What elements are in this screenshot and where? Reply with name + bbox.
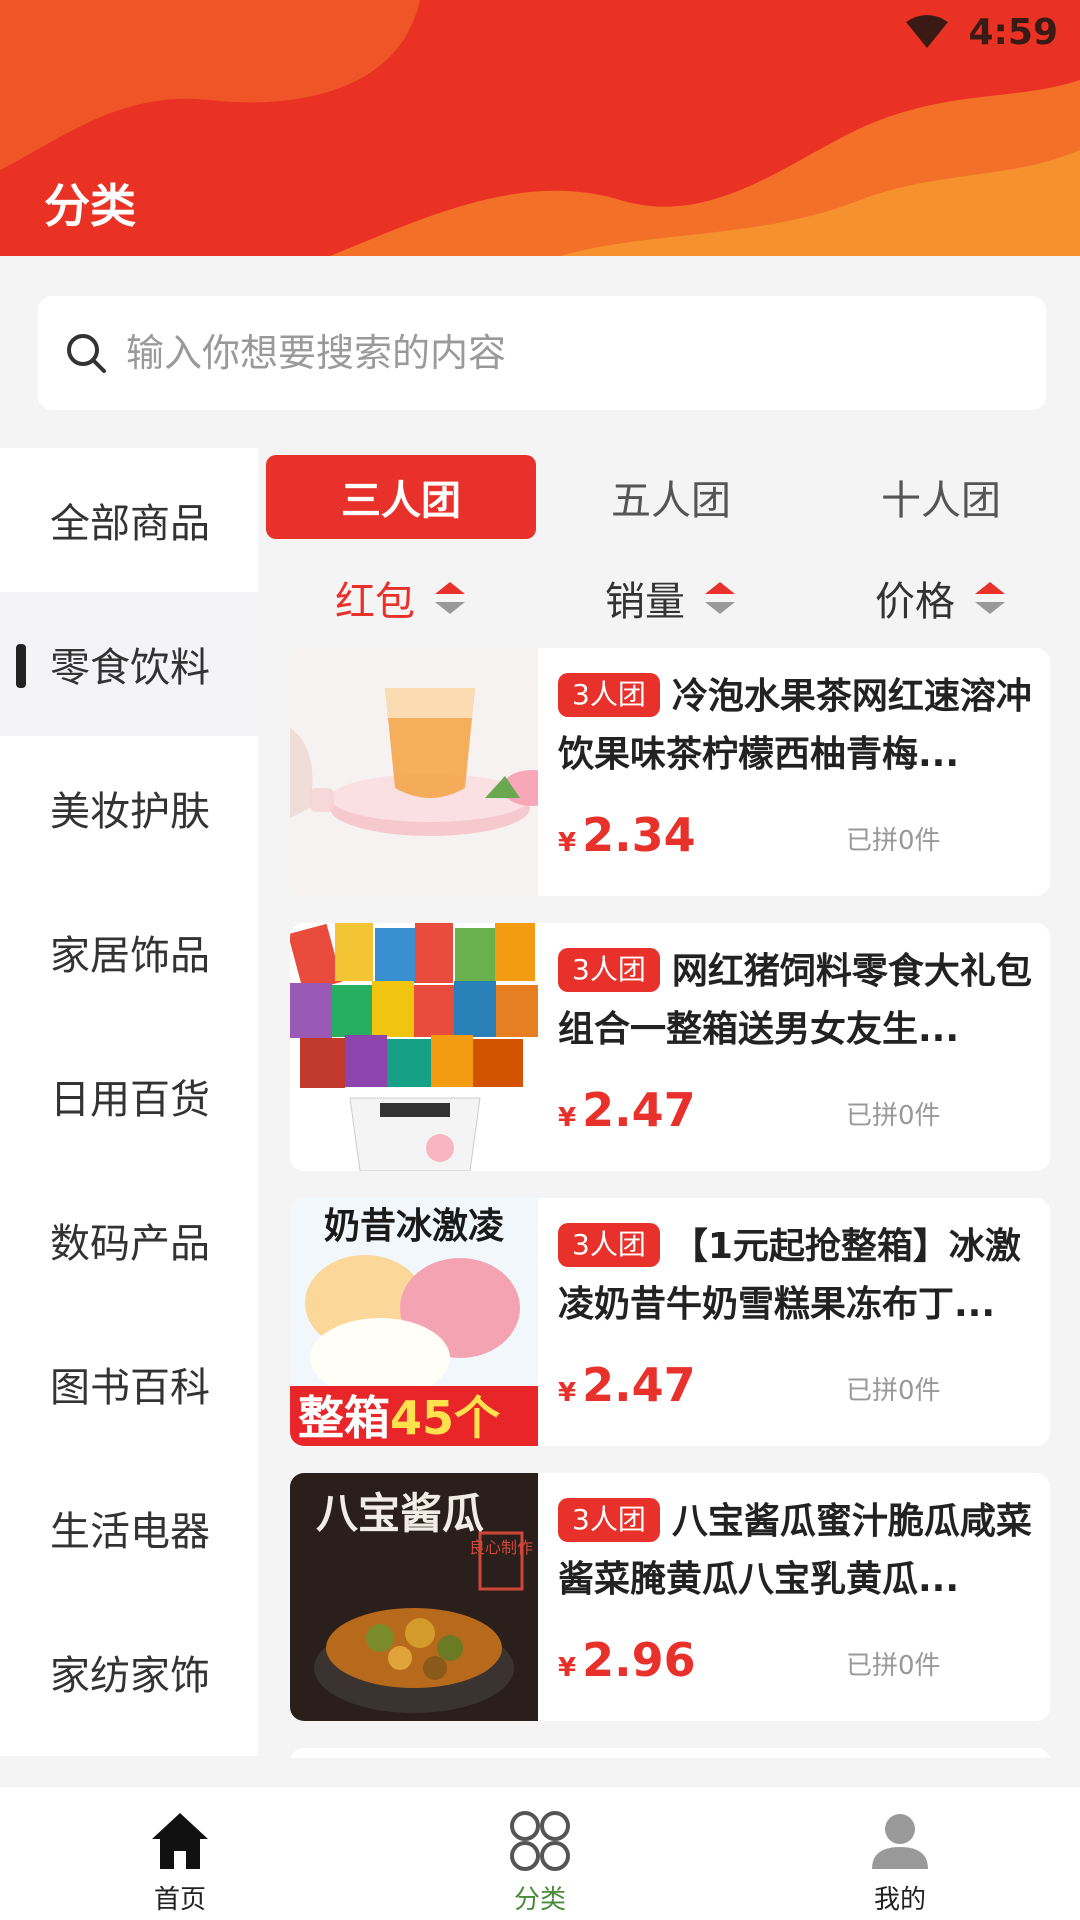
category-sidebar: 全部商品 零食饮料 美妆护肤 家居饰品 日用百货 数码产品 图书百科 生活电器 … — [0, 448, 258, 1756]
sort-label: 红包 — [335, 579, 415, 625]
sidebar-item-all[interactable]: 全部商品 — [0, 448, 258, 592]
product-name: 3人团 【1元起抢整箱】冰激凌奶昔牛奶雪糕果冻布丁... — [558, 1218, 1038, 1334]
product-card[interactable]: 3人团 冷泡水果茶网红速溶冲饮果味茶柠檬西柚青梅... ¥2.34 已拼0件 — [290, 648, 1050, 896]
group-badge: 3人团 — [558, 673, 660, 717]
group-size-tabs: 三人团 五人团 十人团 — [266, 455, 1076, 539]
product-card[interactable]: 奶昔冰激凌 整箱45个 3人团 【1元起抢整箱】冰激凌奶昔牛奶雪糕果冻布丁... … — [290, 1198, 1050, 1446]
product-name: 3人团 网红猪饲料零食大礼包组合一整箱送男女友生... — [558, 943, 1038, 1059]
product-image-fruit-tea — [290, 648, 538, 896]
tab-five-person[interactable]: 五人团 — [536, 455, 806, 539]
profile-icon — [872, 1814, 928, 1869]
sidebar-item-snacks[interactable]: 零食饮料 — [0, 592, 258, 736]
wifi-icon — [906, 15, 949, 48]
category-icon — [510, 1811, 570, 1871]
product-price: ¥2.47 — [558, 1358, 696, 1412]
sold-count: 已拼0件 — [846, 1101, 941, 1131]
group-badge: 3人团 — [558, 1223, 660, 1267]
status-bar: 4:59 — [904, 11, 1058, 53]
search-bar[interactable] — [38, 296, 1046, 410]
product-image-snack-pack — [290, 923, 538, 1171]
sidebar-item-digital[interactable]: 数码产品 — [0, 1168, 258, 1312]
sort-sales[interactable]: 销量 — [536, 568, 806, 628]
svg-text:奶昔冰激凌: 奶昔冰激凌 — [324, 1206, 504, 1247]
product-card[interactable] — [290, 1748, 1050, 1758]
product-price: ¥2.96 — [558, 1633, 696, 1687]
sort-arrows-icon — [975, 582, 1005, 614]
sidebar-item-home-decor[interactable]: 家居饰品 — [0, 880, 258, 1024]
product-card[interactable]: 3人团 网红猪饲料零食大礼包组合一整箱送男女友生... ¥2.47 已拼0件 — [290, 923, 1050, 1171]
sidebar-item-textiles[interactable]: 家纺家饰 — [0, 1600, 258, 1744]
svg-text:良心制作: 良心制作 — [469, 1538, 533, 1557]
sold-count: 已拼0件 — [846, 1651, 941, 1681]
nav-category[interactable]: 分类 — [360, 1787, 720, 1920]
sold-count: 已拼0件 — [846, 1376, 941, 1406]
tab-three-person[interactable]: 三人团 — [266, 455, 536, 539]
sidebar-item-appliances[interactable]: 生活电器 — [0, 1456, 258, 1600]
sort-label: 销量 — [605, 579, 685, 625]
tab-ten-person[interactable]: 十人团 — [806, 455, 1076, 539]
svg-text:八宝酱瓜: 八宝酱瓜 — [316, 1489, 484, 1538]
header: 4:59 分类 — [0, 0, 1080, 256]
nav-label: 首页 — [153, 1885, 206, 1915]
sort-price[interactable]: 价格 — [806, 568, 1076, 628]
product-name: 3人团 八宝酱瓜蜜汁脆瓜咸菜酱菜腌黄瓜八宝乳黄瓜... — [558, 1493, 1038, 1609]
nav-home[interactable]: 首页 — [0, 1787, 360, 1920]
product-list: 3人团 冷泡水果茶网红速溶冲饮果味茶柠檬西柚青梅... ¥2.34 已拼0件 3… — [290, 648, 1050, 1758]
nav-label: 分类 — [513, 1885, 566, 1915]
group-badge: 3人团 — [558, 948, 660, 992]
product-card[interactable]: 八宝酱瓜 良心制作 3人团 八宝酱瓜蜜汁脆瓜咸菜酱菜腌黄瓜八宝乳黄瓜... ¥2.… — [290, 1473, 1050, 1721]
group-badge: 3人团 — [558, 1498, 660, 1542]
product-price: ¥2.47 — [558, 1083, 696, 1137]
product-name: 3人团 冷泡水果茶网红速溶冲饮果味茶柠檬西柚青梅... — [558, 668, 1038, 784]
search-icon — [67, 334, 106, 373]
sort-bar: 红包 销量 价格 — [266, 568, 1076, 628]
sort-arrows-icon — [705, 582, 735, 614]
search-input[interactable] — [126, 331, 1006, 375]
product-image-ice-cream: 奶昔冰激凌 整箱45个 — [290, 1198, 538, 1446]
page-title: 分类 — [44, 179, 136, 233]
product-image-pickles: 八宝酱瓜 良心制作 — [290, 1473, 538, 1721]
svg-text:整箱45个: 整箱45个 — [298, 1391, 500, 1445]
sold-count: 已拼0件 — [846, 826, 941, 856]
sidebar-item-daily-goods[interactable]: 日用百货 — [0, 1024, 258, 1168]
product-price: ¥2.34 — [558, 808, 696, 862]
status-time: 4:59 — [968, 11, 1058, 53]
nav-profile[interactable]: 我的 — [720, 1787, 1080, 1920]
bottom-navigation: 首页 分类 我的 — [0, 1786, 1080, 1920]
sidebar-item-beauty[interactable]: 美妆护肤 — [0, 736, 258, 880]
sidebar-item-books[interactable]: 图书百科 — [0, 1312, 258, 1456]
home-icon — [152, 1813, 208, 1869]
nav-label: 我的 — [873, 1885, 926, 1915]
sort-red-packet[interactable]: 红包 — [266, 568, 536, 628]
sort-label: 价格 — [875, 579, 955, 625]
product-image-partial — [290, 1748, 538, 1758]
sort-arrows-icon — [435, 582, 465, 614]
